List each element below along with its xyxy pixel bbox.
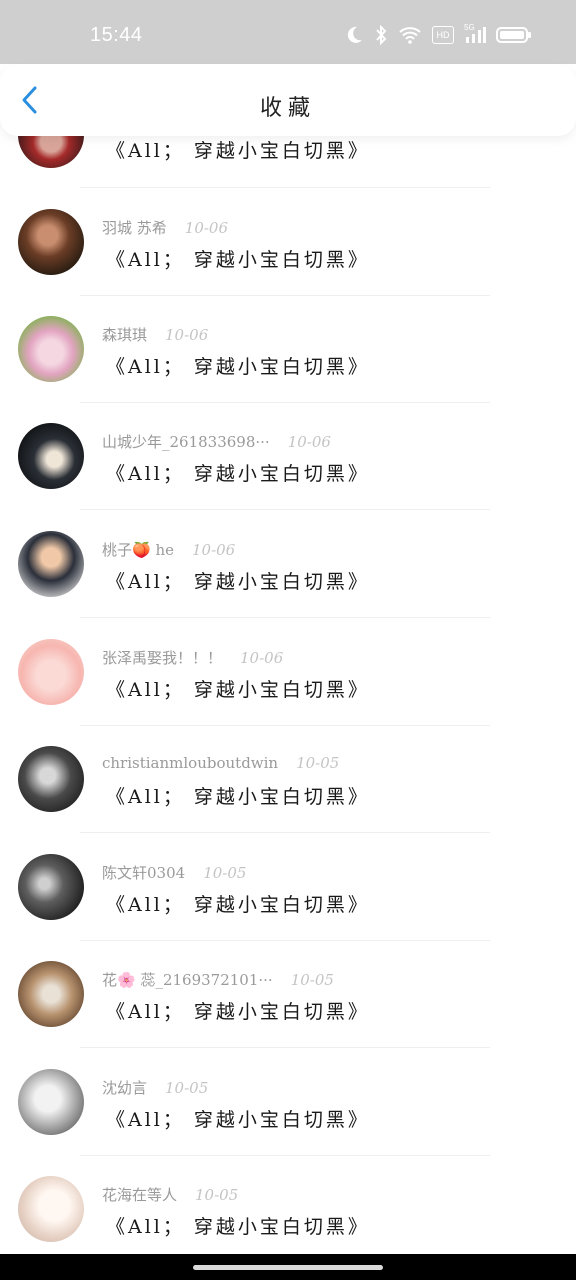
- item-date: 10-05: [165, 1079, 209, 1097]
- item-message: 《All； 穿越小宝白切黑》: [106, 249, 370, 271]
- item-meta: 桃子🍑 he 10-06: [102, 539, 235, 560]
- item-meta: 羽城 苏希 10-06: [102, 217, 228, 238]
- item-meta: 花🌸 蕊_2169372101··· 10-05: [102, 969, 334, 990]
- item-date: 10-06: [191, 541, 236, 559]
- page-title: 收藏: [259, 96, 316, 121]
- item-date: 10-06: [287, 433, 331, 451]
- item-user[interactable]: 桃子🍑 he: [102, 541, 174, 559]
- item-meta: christianmlouboutdwin 10-05: [102, 754, 339, 772]
- item-date: 10-06: [165, 326, 209, 344]
- item-message: 《All； 穿越小宝白切黑》: [106, 679, 370, 701]
- list-item[interactable]: christianmlouboutdwin 10-05 《All； 穿越小宝白切黑…: [0, 726, 576, 834]
- list-item[interactable]: 山城少年_261833698··· 10-06 《All； 穿越小宝白切黑》: [0, 403, 576, 511]
- divider: [80, 187, 490, 188]
- item-meta: 沈幼言 10-05: [102, 1077, 208, 1098]
- avatar[interactable]: [18, 423, 84, 489]
- item-date: 10-05: [195, 1186, 239, 1204]
- list-item[interactable]: 陈文轩0304 10-05 《All； 穿越小宝白切黑》: [0, 834, 576, 942]
- battery-icon: [496, 25, 532, 45]
- divider: [80, 1047, 490, 1048]
- avatar[interactable]: [18, 1069, 84, 1135]
- avatar[interactable]: [18, 746, 84, 812]
- favorites-list: 《All； 穿越小宝白切黑》 羽城 苏希 10-06 《All； 穿越小宝白切黑》…: [0, 80, 576, 1255]
- divider: [80, 509, 490, 510]
- home-indicator[interactable]: [193, 1265, 383, 1270]
- item-date: 10-05: [203, 864, 247, 882]
- list-item[interactable]: 张泽禹娶我！！！ 10-06 《All； 穿越小宝白切黑》: [0, 619, 576, 727]
- item-meta: 森琪琪 10-06: [102, 324, 208, 345]
- avatar[interactable]: [18, 209, 84, 275]
- item-user[interactable]: 羽城 苏希: [102, 219, 167, 237]
- list-item[interactable]: 桃子🍑 he 10-06 《All； 穿越小宝白切黑》: [0, 511, 576, 619]
- item-meta: 花海在等人 10-05: [102, 1184, 238, 1205]
- avatar[interactable]: [18, 531, 84, 597]
- avatar[interactable]: [18, 1176, 84, 1242]
- avatar[interactable]: [18, 316, 84, 382]
- avatar[interactable]: [18, 961, 84, 1027]
- item-meta: 山城少年_261833698··· 10-06: [102, 431, 331, 452]
- item-date: 10-06: [240, 649, 284, 667]
- divider: [80, 832, 490, 833]
- status-time: 15:44: [90, 24, 143, 46]
- item-message: 《All； 穿越小宝白切黑》: [106, 356, 370, 378]
- item-date: 10-05: [290, 971, 334, 989]
- item-user[interactable]: 森琪琪: [102, 326, 147, 344]
- status-icons: HD 5G: [344, 22, 532, 48]
- avatar[interactable]: [18, 639, 84, 705]
- item-user[interactable]: 花🌸 蕊_2169372101···: [102, 971, 273, 989]
- moon-icon: [344, 25, 364, 45]
- signal-5g-icon: 5G: [464, 23, 486, 45]
- item-message: 《All； 穿越小宝白切黑》: [106, 1109, 370, 1131]
- list-item[interactable]: 羽城 苏希 10-06 《All； 穿越小宝白切黑》: [0, 189, 576, 297]
- item-user[interactable]: christianmlouboutdwin: [102, 754, 278, 772]
- item-user[interactable]: 张泽禹娶我！！！: [102, 649, 222, 667]
- app-header: 收藏: [0, 64, 576, 136]
- list-item[interactable]: 花海在等人 10-05 《All； 穿越小宝白切黑》: [0, 1156, 576, 1255]
- item-message: 《All； 穿越小宝白切黑》: [106, 786, 370, 808]
- item-meta: 陈文轩0304 10-05: [102, 862, 246, 883]
- hd-icon: HD: [432, 26, 454, 44]
- list-item[interactable]: 沈幼言 10-05 《All； 穿越小宝白切黑》: [0, 1049, 576, 1157]
- item-message: 《All； 穿越小宝白切黑》: [106, 463, 370, 485]
- item-date: 10-05: [296, 754, 340, 772]
- item-user[interactable]: 陈文轩0304: [102, 864, 185, 882]
- item-meta: 张泽禹娶我！！！ 10-06: [102, 647, 283, 668]
- status-bar: 15:44 HD 5G: [0, 0, 576, 64]
- wifi-icon: [398, 25, 422, 45]
- item-date: 10-06: [184, 219, 229, 237]
- list-item[interactable]: 森琪琪 10-06 《All； 穿越小宝白切黑》: [0, 296, 576, 404]
- item-message: 《All； 穿越小宝白切黑》: [106, 1216, 370, 1238]
- avatar[interactable]: [18, 854, 84, 920]
- item-message: 《All； 穿越小宝白切黑》: [106, 1001, 370, 1023]
- item-user[interactable]: 山城少年_261833698···: [102, 433, 270, 451]
- item-message: 《All； 穿越小宝白切黑》: [106, 140, 370, 162]
- divider: [80, 617, 490, 618]
- list-item[interactable]: 花🌸 蕊_2169372101··· 10-05 《All； 穿越小宝白切黑》: [0, 941, 576, 1049]
- item-message: 《All； 穿越小宝白切黑》: [106, 894, 370, 916]
- bluetooth-icon: [374, 25, 388, 45]
- item-message: 《All； 穿越小宝白切黑》: [106, 571, 370, 593]
- item-user[interactable]: 沈幼言: [102, 1079, 147, 1097]
- item-user[interactable]: 花海在等人: [102, 1186, 177, 1204]
